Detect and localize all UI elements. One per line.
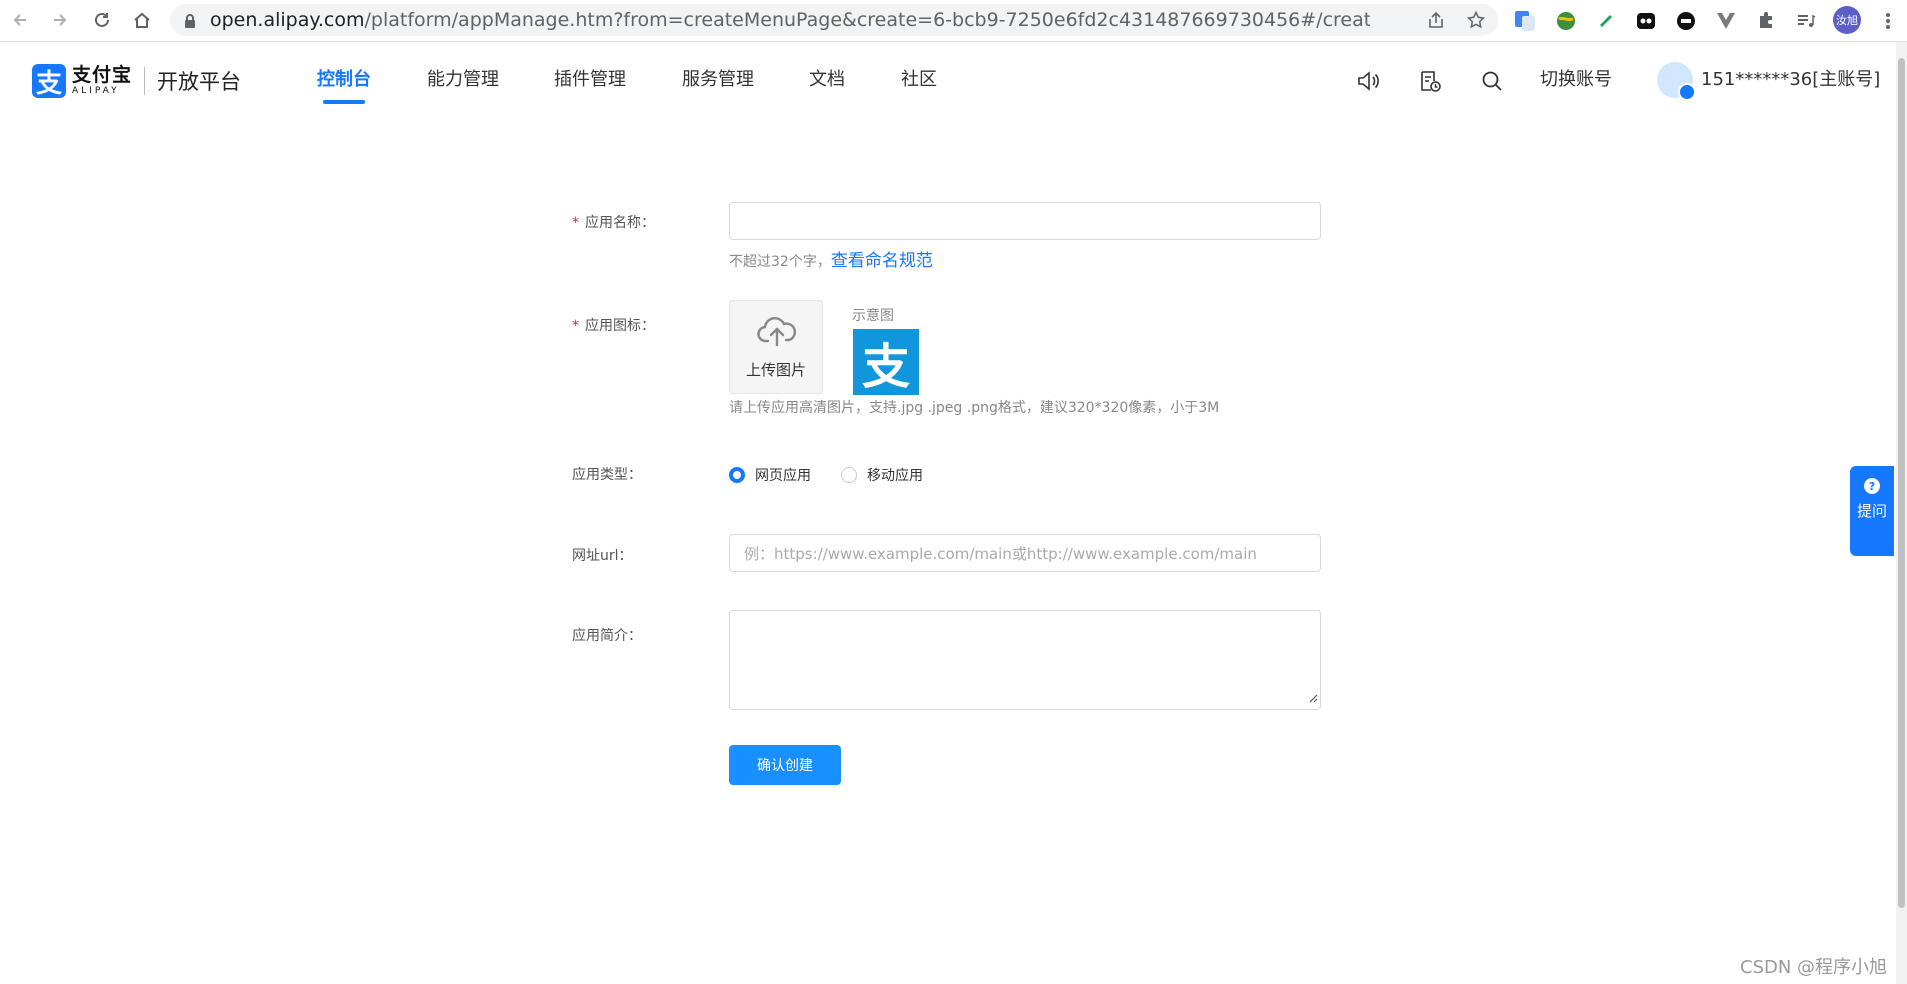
- address-bar[interactable]: open.alipay.com/platform/appManage.htm?f…: [170, 4, 1498, 36]
- scrollbar-thumb[interactable]: [1898, 58, 1905, 908]
- confirm-create-button[interactable]: 确认创建: [729, 745, 841, 785]
- cloud-upload-icon: [757, 315, 797, 351]
- announcement-icon[interactable]: [1354, 67, 1382, 95]
- page-scrollbar[interactable]: [1896, 42, 1907, 984]
- upload-image-text: 上传图片: [745, 361, 806, 379]
- profile-avatar[interactable]: 汝旭: [1833, 6, 1861, 34]
- ask-question-label: 提问: [1856, 502, 1887, 520]
- switch-account-link[interactable]: 切换账号: [1540, 42, 1612, 118]
- globe-extension-icon[interactable]: [1553, 8, 1579, 34]
- media-extension-icon[interactable]: [1633, 8, 1659, 34]
- vue-devtools-icon[interactable]: [1713, 8, 1739, 34]
- logo-cn: 支付宝: [72, 64, 133, 86]
- app-type-label: 应用类型：: [572, 467, 642, 483]
- verified-badge-icon: [1678, 83, 1696, 101]
- account-name[interactable]: 151******36[主账号]: [1701, 42, 1880, 118]
- forward-icon[interactable]: [46, 6, 74, 34]
- url-input[interactable]: 例：https://www.example.com/main或http://ww…: [729, 534, 1321, 572]
- watermark: CSDN @程序小旭: [1740, 957, 1888, 978]
- translate-extension-icon[interactable]: [1512, 8, 1538, 34]
- url-label: 网址url：: [572, 548, 633, 564]
- url-path: /platform/appManage.htm?from=createMenuP…: [364, 9, 1370, 31]
- browser-menu-icon[interactable]: [1875, 8, 1901, 34]
- nav-capability-management[interactable]: 能力管理: [427, 42, 499, 118]
- nav-community[interactable]: 社区: [901, 42, 937, 118]
- required-mark: *: [572, 215, 579, 231]
- radio-unchecked-icon: [841, 467, 857, 483]
- app-name-input[interactable]: [729, 202, 1321, 240]
- nav-plugin-management[interactable]: 插件管理: [554, 42, 626, 118]
- bookmark-star-icon[interactable]: [1464, 8, 1488, 32]
- nav-docs[interactable]: 文档: [809, 42, 845, 118]
- nav-console[interactable]: 控制台: [317, 42, 371, 118]
- dark-extension-icon[interactable]: [1673, 8, 1699, 34]
- url-domain: open.alipay.com: [210, 9, 365, 31]
- todo-list-icon[interactable]: [1416, 67, 1444, 95]
- share-icon[interactable]: [1424, 8, 1448, 32]
- site-header: 支 支付宝 ALIPAY 开放平台 控制台 能力管理 插件管理 服务管理 文档 …: [0, 42, 1896, 118]
- radio-web-app-label: 网页应用: [755, 468, 811, 484]
- logo-en: ALIPAY: [72, 86, 120, 96]
- reload-icon[interactable]: [88, 6, 116, 34]
- radio-mobile-app-label: 移动应用: [867, 468, 923, 484]
- radio-mobile-app[interactable]: 移动应用: [841, 465, 923, 485]
- required-mark: *: [572, 318, 579, 334]
- sample-label: 示意图: [852, 308, 894, 324]
- back-icon[interactable]: [6, 6, 34, 34]
- url-placeholder: 例：https://www.example.com/main或http://ww…: [744, 545, 1257, 563]
- home-icon[interactable]: [128, 6, 156, 34]
- logo-divider: [144, 67, 146, 95]
- sample-alipay-icon: 支: [853, 329, 919, 395]
- app-name-hint: 不超过32个字，查看命名规范: [729, 246, 933, 271]
- ask-question-widget[interactable]: ? 提问: [1850, 466, 1894, 556]
- resize-grip-icon[interactable]: [1308, 688, 1318, 707]
- alipay-logo-icon: 支: [32, 64, 66, 99]
- app-name-label: * 应用名称：: [572, 215, 655, 231]
- radio-checked-icon: [729, 467, 745, 483]
- user-avatar[interactable]: [1657, 62, 1696, 101]
- app-icon-label: * 应用图标：: [572, 318, 655, 334]
- radio-web-app[interactable]: 网页应用: [729, 465, 811, 485]
- platform-name: 开放平台: [157, 70, 242, 94]
- question-icon: ?: [1864, 478, 1880, 494]
- reading-list-icon[interactable]: [1793, 8, 1819, 34]
- app-icon-hint: 请上传应用高清图片，支持.jpg .jpeg .png格式，建议320*320像…: [729, 400, 1220, 416]
- browser-toolbar: open.alipay.com/platform/appManage.htm?f…: [0, 0, 1907, 42]
- url-text[interactable]: open.alipay.com/platform/appManage.htm?f…: [210, 4, 1370, 36]
- app-description-textarea[interactable]: [729, 610, 1321, 710]
- app-name-hint-text: 不超过32个字，: [729, 254, 831, 270]
- nav-service-management[interactable]: 服务管理: [682, 42, 754, 118]
- profile-initials: 汝旭: [1836, 14, 1858, 27]
- search-icon[interactable]: [1478, 67, 1506, 95]
- lock-icon: [184, 13, 196, 32]
- naming-rules-link[interactable]: 查看命名规范: [831, 251, 933, 271]
- extensions-puzzle-icon[interactable]: [1753, 8, 1779, 34]
- app-description-label: 应用简介：: [572, 628, 642, 644]
- upload-image-button[interactable]: 上传图片: [729, 300, 823, 394]
- green-extension-icon[interactable]: [1593, 8, 1619, 34]
- alipay-logo[interactable]: 支 支付宝 ALIPAY 开放平台: [32, 64, 242, 99]
